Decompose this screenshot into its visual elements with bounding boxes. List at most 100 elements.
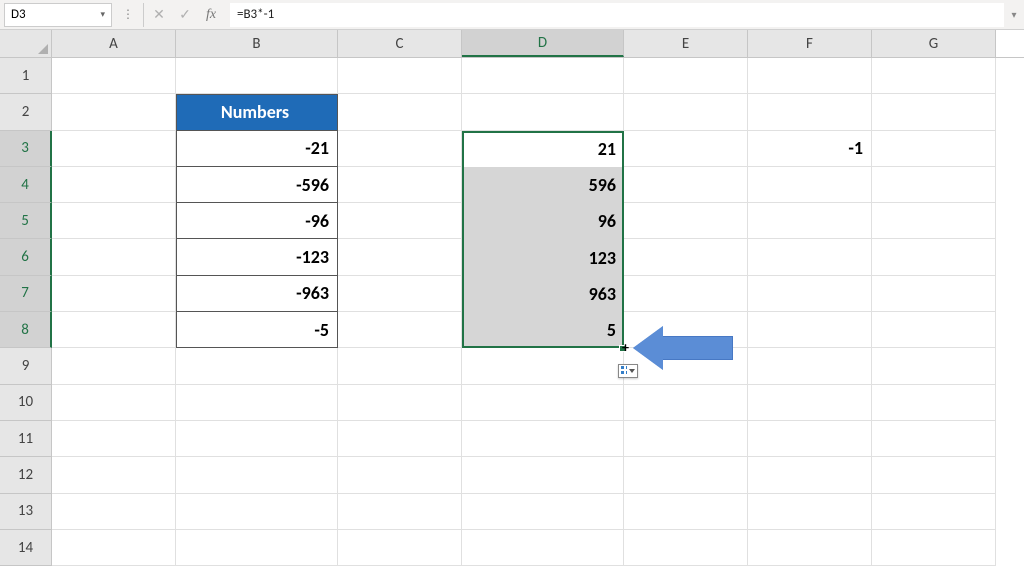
- cell-C5[interactable]: [338, 203, 462, 239]
- cell-E4[interactable]: [624, 167, 748, 203]
- row-header-2[interactable]: 2: [0, 94, 52, 130]
- cell-B4[interactable]: -596: [176, 167, 338, 203]
- cell-G10[interactable]: [872, 385, 996, 421]
- cell-G8[interactable]: [872, 312, 996, 348]
- row-header-10[interactable]: 10: [0, 385, 52, 421]
- cell-D3[interactable]: 21: [462, 131, 624, 167]
- row-header-5[interactable]: 5: [0, 203, 52, 239]
- cell-C12[interactable]: [338, 457, 462, 493]
- cell-F14[interactable]: [748, 530, 872, 566]
- col-header-C[interactable]: C: [338, 30, 462, 57]
- cell-E1[interactable]: [624, 58, 748, 94]
- cell-D5[interactable]: 96: [462, 203, 624, 239]
- cell-G2[interactable]: [872, 94, 996, 130]
- cell-B12[interactable]: [176, 457, 338, 493]
- cell-F6[interactable]: [748, 239, 872, 275]
- cell-B7[interactable]: -963: [176, 276, 338, 312]
- cell-B5[interactable]: -96: [176, 203, 338, 239]
- cell-G13[interactable]: [872, 494, 996, 530]
- row-header-7[interactable]: 7: [0, 276, 52, 312]
- cell-D2[interactable]: [462, 94, 624, 130]
- col-header-D[interactable]: D: [462, 30, 624, 57]
- cell-F8[interactable]: [748, 312, 872, 348]
- cell-B8[interactable]: -5: [176, 312, 338, 348]
- cell-C7[interactable]: [338, 276, 462, 312]
- cell-C13[interactable]: [338, 494, 462, 530]
- cell-E7[interactable]: [624, 276, 748, 312]
- cell-F13[interactable]: [748, 494, 872, 530]
- cell-A2[interactable]: [52, 94, 176, 130]
- cell-G12[interactable]: [872, 457, 996, 493]
- cell-F3[interactable]: -1: [748, 131, 872, 167]
- col-header-G[interactable]: G: [872, 30, 996, 57]
- cell-B6[interactable]: -123: [176, 239, 338, 275]
- cell-D13[interactable]: [462, 494, 624, 530]
- name-box[interactable]: D3 ▾: [4, 3, 112, 27]
- cell-F1[interactable]: [748, 58, 872, 94]
- cell-F4[interactable]: [748, 167, 872, 203]
- cell-A9[interactable]: [52, 348, 176, 384]
- row-header-9[interactable]: 9: [0, 348, 52, 384]
- cell-C11[interactable]: [338, 421, 462, 457]
- cell-A3[interactable]: [52, 131, 176, 167]
- row-header-14[interactable]: 14: [0, 530, 52, 566]
- cell-D1[interactable]: [462, 58, 624, 94]
- cell-C6[interactable]: [338, 239, 462, 275]
- row-header-8[interactable]: 8: [0, 312, 52, 348]
- cell-B10[interactable]: [176, 385, 338, 421]
- cell-D8[interactable]: 5: [462, 312, 624, 348]
- cell-A1[interactable]: [52, 58, 176, 94]
- cell-E12[interactable]: [624, 457, 748, 493]
- col-header-F[interactable]: F: [748, 30, 872, 57]
- cell-E5[interactable]: [624, 203, 748, 239]
- cell-C14[interactable]: [338, 530, 462, 566]
- cell-G9[interactable]: [872, 348, 996, 384]
- row-header-4[interactable]: 4: [0, 167, 52, 203]
- row-header-3[interactable]: 3: [0, 131, 52, 167]
- cell-A12[interactable]: [52, 457, 176, 493]
- cell-D14[interactable]: [462, 530, 624, 566]
- col-header-B[interactable]: B: [176, 30, 338, 57]
- worksheet-grid[interactable]: A B C D E F G 1 2 Numbers: [0, 30, 1024, 576]
- cell-G6[interactable]: [872, 239, 996, 275]
- cell-F9[interactable]: [748, 348, 872, 384]
- cell-F5[interactable]: [748, 203, 872, 239]
- cell-F7[interactable]: [748, 276, 872, 312]
- cell-C10[interactable]: [338, 385, 462, 421]
- row-header-11[interactable]: 11: [0, 421, 52, 457]
- select-all-button[interactable]: [0, 30, 52, 57]
- cell-E10[interactable]: [624, 385, 748, 421]
- cell-E6[interactable]: [624, 239, 748, 275]
- cell-C1[interactable]: [338, 58, 462, 94]
- row-header-6[interactable]: 6: [0, 239, 52, 275]
- cell-D11[interactable]: [462, 421, 624, 457]
- expand-formula-bar-button[interactable]: ▾: [1004, 3, 1024, 27]
- cell-A7[interactable]: [52, 276, 176, 312]
- cell-G5[interactable]: [872, 203, 996, 239]
- cell-C8[interactable]: [338, 312, 462, 348]
- cell-A10[interactable]: [52, 385, 176, 421]
- cell-E3[interactable]: [624, 131, 748, 167]
- cell-E8[interactable]: [624, 312, 748, 348]
- cell-F11[interactable]: [748, 421, 872, 457]
- col-header-E[interactable]: E: [624, 30, 748, 57]
- row-header-13[interactable]: 13: [0, 494, 52, 530]
- cell-B13[interactable]: [176, 494, 338, 530]
- cell-G4[interactable]: [872, 167, 996, 203]
- name-box-dropdown-icon[interactable]: ▾: [100, 9, 105, 20]
- cell-D6[interactable]: 123: [462, 239, 624, 275]
- fill-handle[interactable]: [619, 345, 626, 352]
- cell-D12[interactable]: [462, 457, 624, 493]
- cell-C4[interactable]: [338, 167, 462, 203]
- cell-F10[interactable]: [748, 385, 872, 421]
- cell-D7[interactable]: 963: [462, 276, 624, 312]
- autofill-options-button[interactable]: [618, 364, 638, 378]
- table-header[interactable]: Numbers: [176, 94, 338, 130]
- col-header-A[interactable]: A: [52, 30, 176, 57]
- cell-B9[interactable]: [176, 348, 338, 384]
- cell-A14[interactable]: [52, 530, 176, 566]
- cell-B11[interactable]: [176, 421, 338, 457]
- cell-D4[interactable]: 596: [462, 167, 624, 203]
- cell-A8[interactable]: [52, 312, 176, 348]
- cell-B14[interactable]: [176, 530, 338, 566]
